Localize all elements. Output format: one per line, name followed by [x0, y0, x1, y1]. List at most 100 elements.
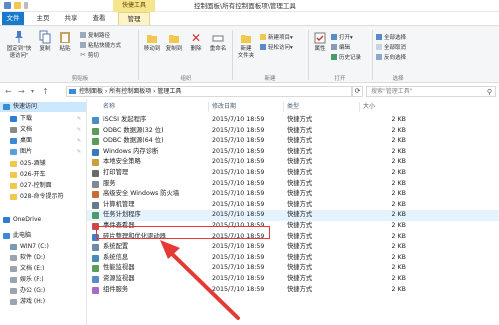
- tab-file[interactable]: 文件: [2, 12, 24, 25]
- pin-icon[interactable]: ✎: [77, 114, 81, 124]
- refresh-icon[interactable]: ⟳: [352, 86, 363, 97]
- forward-arrow-icon[interactable]: →: [18, 87, 25, 96]
- sidebar-item[interactable]: 娱乐 (F:): [0, 275, 86, 285]
- paste-icon: [60, 32, 70, 43]
- easy-access-icon: [260, 44, 266, 50]
- history-label: 历史记录: [339, 55, 362, 61]
- properties-icon[interactable]: [4, 2, 11, 9]
- properties-icon: [314, 32, 326, 44]
- table-row[interactable]: 性能监视器 2015/7/10 18:59 快捷方式 2 KB: [87, 263, 499, 274]
- sidebar-item[interactable]: OneDrive: [0, 215, 86, 225]
- table-row[interactable]: ODBC 数据源(64 位) 2015/7/10 18:59 快捷方式 2 KB: [87, 136, 499, 147]
- table-row[interactable]: 资源监视器 2015/7/10 18:59 快捷方式 2 KB: [87, 274, 499, 285]
- search-input[interactable]: 搜索"管理工具" ⚲: [366, 86, 496, 97]
- pin-icon[interactable]: ✎: [77, 136, 81, 146]
- column-divider[interactable]: [283, 102, 284, 112]
- quick-access-toolbar: [4, 2, 28, 9]
- new-folder-button[interactable]: 新建 文件夹: [235, 32, 257, 60]
- file-date: 2015/7/10 18:59: [212, 200, 265, 208]
- shortcut-icon: [92, 276, 99, 283]
- table-row[interactable]: 本地安全策略 2015/7/10 18:59 快捷方式 2 KB: [87, 157, 499, 168]
- address-bar-row: ← → ▾ ↑ 控制面板 › 所有控制面板项 › 管理工具 ⟳ 搜索"管理工具"…: [0, 84, 499, 99]
- column-header-type[interactable]: 类型: [287, 102, 299, 112]
- table-row[interactable]: 高级安全 Windows 防火墙 2015/7/10 18:59 快捷方式 2 KB: [87, 189, 499, 200]
- copy-to-button[interactable]: 复制到: [164, 32, 184, 53]
- sidebar-item[interactable]: [0, 203, 86, 213]
- column-header-size[interactable]: 大小: [363, 102, 375, 112]
- column-header-name[interactable]: 名称: [103, 102, 115, 112]
- pin-icon[interactable]: ✎: [77, 125, 81, 135]
- tab-manage[interactable]: 管理: [118, 12, 150, 25]
- rename-button[interactable]: 重命名: [207, 32, 229, 53]
- table-row[interactable]: 系统信息 2015/7/10 18:59 快捷方式 2 KB: [87, 253, 499, 264]
- file-date: 2015/7/10 18:59: [212, 147, 265, 155]
- file-type: 快捷方式: [287, 211, 313, 219]
- properties-button[interactable]: 属性: [311, 32, 329, 53]
- copy-path-button[interactable]: 复制路径: [80, 31, 110, 39]
- sidebar-item[interactable]: 办公 (G:): [0, 286, 86, 296]
- table-row[interactable]: 服务 2015/7/10 18:59 快捷方式 2 KB: [87, 179, 499, 190]
- history-button[interactable]: 历史记录: [331, 53, 361, 61]
- open-icon: [331, 34, 337, 40]
- select-none-button[interactable]: 全部取消: [376, 43, 406, 51]
- sidebar-item[interactable]: 025-酒铺: [0, 159, 86, 169]
- up-arrow-icon[interactable]: ↑: [42, 87, 49, 96]
- sidebar-item[interactable]: 文档 (E:): [0, 264, 86, 274]
- open-button[interactable]: 打开▾: [331, 33, 353, 41]
- sidebar-item[interactable]: 文档 ✎: [0, 125, 86, 135]
- column-divider[interactable]: [359, 102, 360, 112]
- sidebar-item[interactable]: 028-命令提示符: [0, 192, 86, 202]
- pin-quick-access-button[interactable]: 固定到"快 速访问": [4, 30, 34, 60]
- table-row[interactable]: 打印管理 2015/7/10 18:59 快捷方式 2 KB: [87, 168, 499, 179]
- table-row[interactable]: 计算机管理 2015/7/10 18:59 快捷方式 2 KB: [87, 200, 499, 211]
- table-row[interactable]: 组件服务 2015/7/10 18:59 快捷方式 2 KB: [87, 285, 499, 296]
- column-header-date[interactable]: 修改日期: [212, 102, 236, 112]
- table-row[interactable]: Windows 内存诊断 2015/7/10 18:59 快捷方式 2 KB: [87, 147, 499, 158]
- sidebar-item[interactable]: 下载 ✎: [0, 114, 86, 124]
- file-name: 性能监视器: [103, 264, 135, 272]
- paste-button[interactable]: 粘贴: [56, 30, 74, 53]
- file-size: 2 KB: [391, 137, 406, 145]
- sidebar-item[interactable]: 026-开车: [0, 170, 86, 180]
- sidebar-item[interactable]: 此电脑: [0, 231, 86, 241]
- file-date: 2015/7/10 18:59: [212, 137, 265, 145]
- table-row[interactable]: 系统配置 2015/7/10 18:59 快捷方式 2 KB: [87, 242, 499, 253]
- invert-selection-button[interactable]: 反向选择: [376, 53, 406, 61]
- cut-button[interactable]: ✂ 剪切: [80, 51, 99, 59]
- tab-home[interactable]: 主页: [34, 12, 52, 25]
- sidebar-item[interactable]: 软件 (D:): [0, 253, 86, 263]
- sidebar-item[interactable]: 快速访问: [0, 102, 86, 112]
- sidebar-item[interactable]: 桌面 ✎: [0, 136, 86, 146]
- easy-access-button[interactable]: 轻松访问▾: [260, 43, 293, 51]
- move-to-button[interactable]: 移动到: [142, 32, 162, 53]
- sidebar-item[interactable]: 027-控制面: [0, 181, 86, 191]
- copy-to-label: 复制到: [165, 46, 183, 52]
- tab-share[interactable]: 共享: [62, 12, 80, 25]
- ribbon-divider: [232, 30, 233, 80]
- delete-button[interactable]: ✕ 删除: [187, 32, 205, 53]
- paste-shortcut-button[interactable]: 粘贴快捷方式: [80, 41, 121, 49]
- copy-button[interactable]: 复制: [36, 30, 54, 53]
- open-group-label: 打开: [334, 76, 346, 82]
- back-arrow-icon[interactable]: ←: [5, 87, 12, 96]
- sidebar-item[interactable]: WIN7 (C:): [0, 242, 86, 252]
- edit-button[interactable]: 编辑: [331, 43, 350, 51]
- file-size: 2 KB: [391, 253, 406, 261]
- sidebar-item[interactable]: 图片 ✎: [0, 147, 86, 157]
- table-row[interactable]: ODBC 数据源(32 位) 2015/7/10 18:59 快捷方式 2 KB: [87, 126, 499, 137]
- table-row[interactable]: iSCSI 发起程序 2015/7/10 18:59 快捷方式 2 KB: [87, 115, 499, 126]
- column-divider[interactable]: [208, 102, 209, 112]
- new-folder-icon[interactable]: [14, 2, 21, 9]
- file-date: 2015/7/10 18:59: [212, 169, 265, 176]
- new-item-button[interactable]: 新建项目▾: [260, 33, 293, 41]
- address-bar[interactable]: 控制面板 › 所有控制面板项 › 管理工具: [66, 86, 352, 97]
- pin-icon[interactable]: ✎: [77, 147, 81, 157]
- sidebar-item[interactable]: 游戏 (H:): [0, 297, 86, 307]
- recent-chevron-down-icon[interactable]: ▾: [31, 87, 34, 96]
- table-row[interactable]: 任务计划程序 2015/7/10 18:59 快捷方式 2 KB: [87, 210, 499, 221]
- file-size: 2 KB: [391, 158, 406, 166]
- file-size: 2 KB: [391, 190, 406, 198]
- tab-view[interactable]: 查看: [90, 12, 108, 25]
- select-all-button[interactable]: 全部选择: [376, 33, 406, 41]
- dropdown-icon[interactable]: [24, 2, 28, 9]
